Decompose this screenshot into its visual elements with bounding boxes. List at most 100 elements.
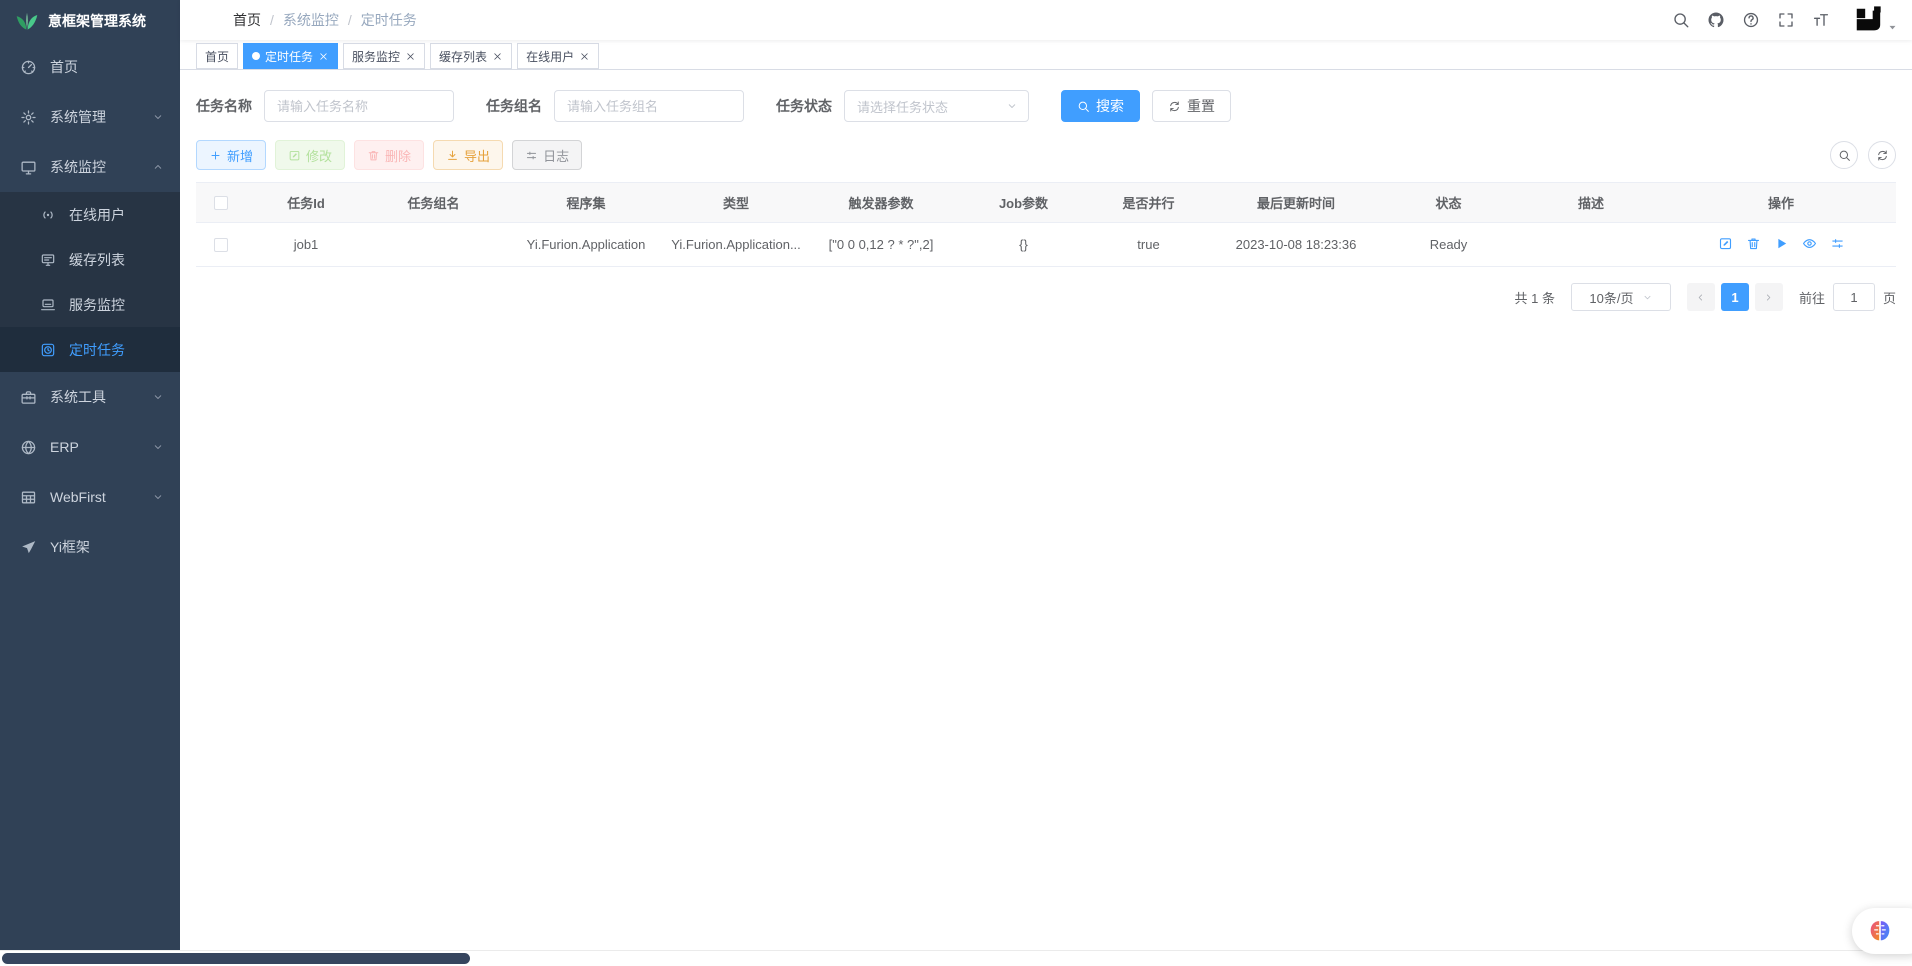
column-header-2: 程序集: [501, 183, 671, 223]
scrollbar-thumb[interactable]: [2, 953, 470, 964]
server-icon: [40, 297, 56, 313]
search-button[interactable]: 搜索: [1061, 90, 1140, 122]
column-header-5: Job参数: [961, 183, 1086, 223]
log-icon[interactable]: [1830, 236, 1845, 251]
font-size-icon[interactable]: [1812, 11, 1830, 29]
sidebar-subitem-0[interactable]: 在线用户: [0, 192, 180, 237]
play-icon[interactable]: [1774, 236, 1789, 251]
task-status-select[interactable]: 请选择任务状态: [844, 90, 1029, 122]
column-header-6: 是否并行: [1086, 183, 1211, 223]
sidebar-item-3[interactable]: 系统工具: [0, 372, 180, 422]
tab-label: 缓存列表: [439, 48, 487, 65]
delete-icon: [367, 149, 380, 162]
tab-label: 在线用户: [526, 48, 574, 65]
filter-task-name: 任务名称: [196, 90, 454, 122]
sidebar-subitem-3[interactable]: 定时任务: [0, 327, 180, 372]
task-status-label: 任务状态: [776, 96, 832, 116]
chevron-down-icon: [1642, 292, 1653, 303]
close-icon: [405, 51, 416, 62]
breadcrumb-separator: /: [348, 12, 352, 28]
search-icon: [1077, 100, 1090, 113]
assistant-widget[interactable]: [1852, 908, 1912, 954]
delete-icon[interactable]: [1746, 236, 1761, 251]
cell-1: [366, 223, 501, 267]
breadcrumb-item-0[interactable]: 首页: [233, 10, 261, 30]
row-actions-cell: [1666, 223, 1896, 267]
toolbar-buttons: 新增 修改删除 导出 日志: [196, 140, 591, 170]
reset-button[interactable]: 重置: [1152, 90, 1231, 122]
cache-icon: [40, 252, 56, 268]
sidebar-subitem-2[interactable]: 服务监控: [0, 282, 180, 327]
toolbar-button-0[interactable]: 新增: [196, 140, 266, 170]
sidebar-item-label: 系统工具: [50, 387, 106, 407]
toolbar-button-1[interactable]: 修改: [275, 140, 345, 170]
page-size-select[interactable]: 10条/页: [1571, 283, 1671, 311]
fullscreen-icon[interactable]: [1777, 11, 1795, 29]
task-name-input[interactable]: [264, 90, 454, 122]
sidebar-item-5[interactable]: WebFirst: [0, 472, 180, 522]
toggle-search-button[interactable]: [1830, 141, 1858, 169]
goto-page-input[interactable]: [1833, 283, 1875, 311]
sidebar-menu: 首页系统管理系统监控在线用户缓存列表服务监控定时任务系统工具 ERP WebFirs…: [0, 42, 180, 572]
cell-7: 2023-10-08 18:23:36: [1211, 223, 1381, 267]
chevron-down-icon: [152, 441, 164, 453]
tab-0[interactable]: 首页: [196, 43, 238, 69]
refresh-icon: [1876, 149, 1889, 162]
cell-2: Yi.Furion.Application: [501, 223, 671, 267]
sidebar-item-0[interactable]: 首页: [0, 42, 180, 92]
question-icon[interactable]: [1742, 11, 1760, 29]
log-icon: [525, 149, 538, 162]
cell-0: job1: [246, 223, 366, 267]
toolbar-button-4[interactable]: 日志: [512, 140, 582, 170]
select-all-header: [196, 183, 246, 223]
toolbar-button-label: 新增: [227, 146, 253, 165]
toolbox-icon: [20, 389, 37, 406]
toolbar-button-label: 导出: [464, 146, 490, 165]
tab-3[interactable]: 缓存列表: [430, 43, 512, 69]
github-icon[interactable]: [1707, 11, 1725, 29]
column-header-8: 状态: [1381, 183, 1516, 223]
row-checkbox[interactable]: [214, 238, 228, 252]
sidebar-subitem-1[interactable]: 缓存列表: [0, 237, 180, 282]
search-icon[interactable]: [1672, 11, 1690, 29]
toolbar-button-2[interactable]: 删除: [354, 140, 424, 170]
column-header-1: 任务组名: [366, 183, 501, 223]
sidebar-item-6[interactable]: Yi框架: [0, 522, 180, 572]
navbar-tools: [1672, 5, 1898, 35]
sidebar-item-label: 首页: [50, 57, 78, 77]
column-header-7: 最后更新时间: [1211, 183, 1381, 223]
sidebar-item-1[interactable]: 系统管理: [0, 92, 180, 142]
row-actions: [1718, 236, 1845, 251]
prev-page-button[interactable]: [1687, 283, 1715, 311]
refresh-table-button[interactable]: [1868, 141, 1896, 169]
tab-1[interactable]: 定时任务: [243, 43, 338, 69]
sidebar-item-label: WebFirst: [50, 489, 106, 505]
edit-icon[interactable]: [1718, 236, 1733, 251]
send-icon: [20, 539, 37, 556]
app-window: 意框架管理系统 首页系统管理系统监控在线用户缓存列表服务监控定时任务系统工具ER…: [0, 0, 1912, 966]
cell-9: [1516, 223, 1666, 267]
toolbar-button-3[interactable]: 导出: [433, 140, 503, 170]
logo[interactable]: 意框架管理系统: [0, 0, 180, 42]
sidebar-item-2[interactable]: 系统监控: [0, 142, 180, 192]
select-all-checkbox[interactable]: [214, 196, 228, 210]
page-number-1[interactable]: 1: [1721, 283, 1749, 311]
tab-2[interactable]: 服务监控: [343, 43, 425, 69]
tabs-bar: 首页定时任务服务监控缓存列表 在线用户: [180, 40, 1912, 70]
user-menu[interactable]: [1853, 5, 1898, 35]
edit-icon: [288, 149, 301, 162]
next-page-button[interactable]: [1755, 283, 1783, 311]
horizontal-scrollbar[interactable]: [0, 950, 1912, 966]
sidebar-item-4[interactable]: ERP: [0, 422, 180, 472]
gear-icon: [20, 109, 37, 126]
toolbar-button-label: 日志: [543, 146, 569, 165]
download-icon: [446, 149, 459, 162]
task-group-input[interactable]: [554, 90, 744, 122]
tab-4[interactable]: 在线用户: [517, 43, 599, 69]
cell-8: Ready: [1381, 223, 1516, 267]
sidebar-toggle-icon[interactable]: [196, 11, 215, 30]
brain-icon: [1866, 917, 1894, 945]
task-status-placeholder: 请选择任务状态: [857, 97, 948, 116]
plus-icon: [209, 149, 222, 162]
view-icon[interactable]: [1802, 236, 1817, 251]
